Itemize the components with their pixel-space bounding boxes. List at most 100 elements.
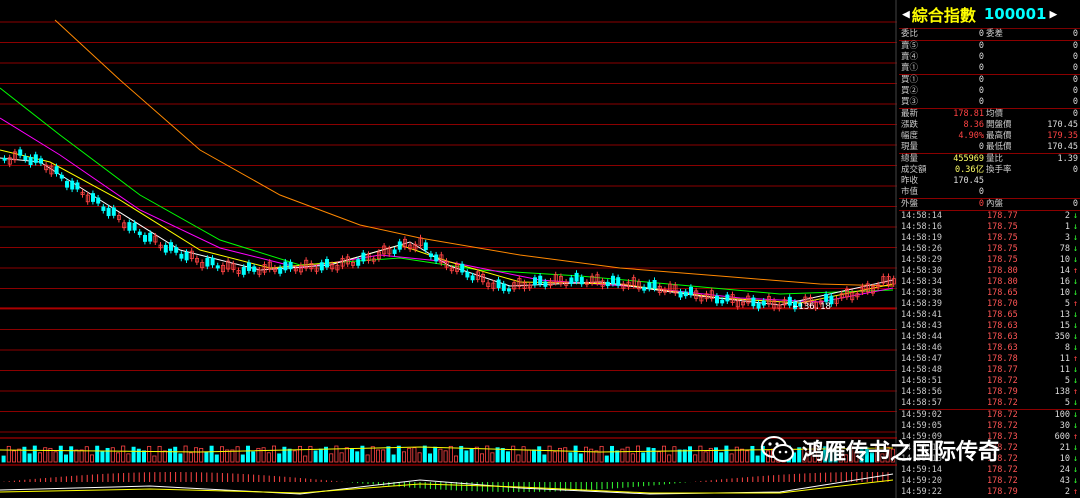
candle-body (397, 241, 402, 250)
tick-dir: ↓ (1072, 211, 1078, 221)
volume-bar (401, 451, 406, 463)
volume-bar (261, 447, 266, 463)
tick-time: 14:58:41 (901, 310, 942, 320)
next-arrow-icon[interactable]: ▶ (1049, 7, 1057, 22)
volume-bar (719, 452, 724, 463)
quote-value: 0 (978, 199, 984, 209)
tick-row: 14:58:57 178.72 5 ↓ (899, 398, 1080, 410)
tick-time: 14:59:02 (901, 410, 942, 420)
candle-body (106, 207, 111, 217)
tick-vol: 11 (1059, 354, 1070, 364)
volume-bar (11, 450, 16, 463)
volume-bar (355, 451, 360, 463)
candle-body (184, 252, 189, 261)
tick-row: 14:58:41 178.65 13 ↓ (899, 310, 1080, 321)
tick-vol: 5 (1064, 376, 1070, 386)
prev-arrow-icon[interactable]: ◀ (902, 7, 910, 22)
tick-vol: 15 (1059, 321, 1070, 331)
candle-body (605, 281, 610, 287)
tick-dir: ↓ (1072, 222, 1078, 232)
volume-bar (105, 447, 110, 463)
candle-body (642, 286, 647, 291)
quote-label: 買① (901, 75, 919, 85)
quote-value: 0 (1072, 97, 1078, 107)
quote-row: 賣④ 0 0 (899, 52, 1080, 63)
candle-body (356, 259, 361, 266)
tick-dir: ↓ (1072, 321, 1078, 331)
tick-dir: ↓ (1072, 244, 1078, 254)
tick-time: 14:58:34 (901, 277, 942, 287)
tick-dir: ↑ (1072, 266, 1078, 276)
candle-body (506, 288, 511, 292)
tick-time: 14:58:46 (901, 343, 942, 353)
quote-row: 市值 0 (899, 187, 1080, 199)
tick-time: 14:58:47 (901, 354, 942, 364)
candle-body (470, 275, 475, 281)
tick-time: 14:58:56 (901, 387, 942, 397)
quote-label: 開盤價 (986, 120, 1012, 130)
tick-vol: 10 (1059, 454, 1070, 464)
candle-body (174, 247, 179, 253)
volume-bar (199, 447, 204, 463)
volume-bar (251, 451, 256, 463)
tick-price: 178.75 (987, 244, 1018, 254)
volume-bar (511, 445, 516, 463)
volume-bar (365, 454, 370, 463)
quote-label: 均價 (986, 109, 1004, 119)
tick-price: 178.72 (987, 476, 1018, 486)
volume-bar (1, 455, 6, 463)
quote-label: 委差 (986, 29, 1004, 39)
tick-price: 178.79 (987, 387, 1018, 397)
tick-price: 178.80 (987, 266, 1018, 276)
volume-bar (459, 445, 464, 463)
volume-bar (90, 454, 95, 463)
kline-chart[interactable]: ←136.18 (0, 0, 897, 498)
tick-vol: 138 (1054, 387, 1070, 397)
tick-dir: ↓ (1072, 465, 1078, 475)
tick-vol: 600 (1054, 432, 1070, 442)
volume-bar (729, 453, 734, 463)
candle-body (288, 261, 293, 270)
tick-price: 178.75 (987, 255, 1018, 265)
quote-value: 170.45 (1047, 142, 1078, 152)
candle-body (142, 235, 147, 242)
tick-row: 14:58:26 178.75 78 ↓ (899, 244, 1080, 255)
volume-bar (339, 452, 344, 463)
candle-body (569, 277, 574, 284)
volume-bar (490, 452, 495, 463)
volume-bar (724, 445, 729, 463)
quote-label: 買③ (901, 97, 919, 107)
volume-bar (505, 451, 510, 463)
volume-bar (318, 448, 323, 463)
tick-vol: 11 (1059, 365, 1070, 375)
volume-bar (277, 453, 282, 463)
quote-label: 現量 (901, 142, 919, 152)
quote-value: 8.36 (963, 120, 984, 130)
candle-body (241, 266, 246, 275)
quote-value: 0 (1072, 109, 1078, 119)
volume-bar (188, 452, 193, 463)
candle-body (252, 266, 257, 272)
volume-bar (375, 449, 380, 463)
quote-row: 幅度 4.90% 最高價 179.35 (899, 131, 1080, 142)
volume-bar (303, 455, 308, 463)
quote-value: 0 (1072, 41, 1078, 51)
tick-row: 14:58:47 178.78 11 ↑ (899, 354, 1080, 365)
quote-value: 0 (978, 75, 984, 85)
volume-bar (443, 450, 448, 463)
volume-bar (84, 446, 89, 463)
volume-bar (594, 450, 599, 463)
volume-bar (407, 447, 412, 463)
candle-body (761, 300, 766, 306)
quote-label: 最低價 (986, 142, 1012, 152)
quote-label: 最高價 (986, 131, 1012, 141)
candle-body (137, 231, 142, 236)
index-code: 100001 (983, 5, 1047, 23)
volume-bar (625, 446, 630, 463)
candle-body (96, 197, 101, 204)
quote-value: 4.90% (958, 131, 984, 141)
quote-value: 0 (978, 29, 984, 39)
volume-bar (121, 445, 126, 463)
quote-value: 0 (1072, 165, 1078, 175)
volume-bar (682, 449, 687, 463)
